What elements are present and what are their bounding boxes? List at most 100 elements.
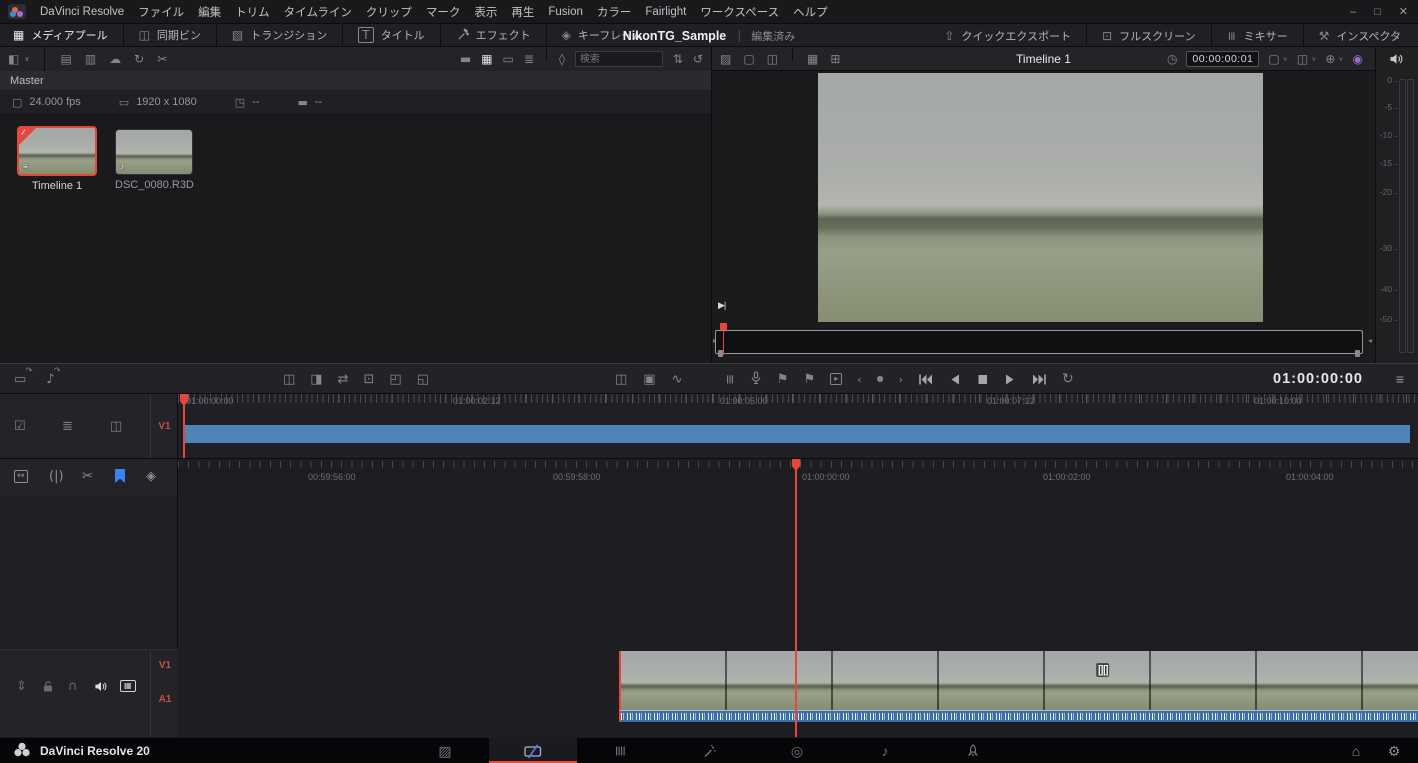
ripple-overwrite-icon[interactable]: ⇄ — [338, 373, 349, 386]
chevron-down-icon[interactable]: ∨ — [24, 56, 29, 63]
transition-button[interactable]: ▧ トランジション — [219, 24, 340, 46]
scrub-playhead[interactable] — [723, 324, 724, 355]
color-page-icon[interactable]: ◎ — [787, 738, 807, 763]
multicam-icon[interactable]: ▦ — [807, 53, 818, 65]
overview-video-track-bar[interactable] — [184, 425, 1410, 443]
refresh-icon[interactable]: ↺ — [693, 53, 703, 65]
place-on-top-icon[interactable]: ◰ — [389, 373, 401, 386]
play-button[interactable] — [1004, 373, 1017, 386]
append-clip-icon[interactable]: ▭ — [14, 373, 26, 386]
sync-bin-button[interactable]: ◫ 同期ビン — [126, 24, 214, 46]
menu-help[interactable]: ヘルプ — [793, 4, 828, 20]
video-track-label[interactable]: V1 — [151, 660, 179, 671]
clip-options-icon[interactable]: ◫ — [110, 420, 122, 433]
menu-timeline[interactable]: タイムライン — [284, 4, 352, 20]
safe-area-icon[interactable]: ▢ — [743, 53, 754, 65]
tools-sliders-icon[interactable]: ≡ — [723, 374, 736, 385]
search-input[interactable] — [575, 51, 663, 67]
import-media-icon[interactable]: ▤ — [60, 53, 71, 65]
track-options-icon[interactable]: ≣ — [62, 420, 73, 433]
inspector-button[interactable]: ⚒ インスペクタ — [1306, 24, 1414, 48]
menu-fairlight[interactable]: Fairlight — [645, 6, 686, 18]
clip-timeline-1[interactable]: ✓ ≡ Timeline 1 — [17, 126, 97, 192]
first-frame-button[interactable] — [918, 373, 933, 386]
fullscreen-button[interactable]: ⊡ フルスクリーン — [1089, 24, 1209, 48]
menu-color[interactable]: カラー — [597, 4, 632, 20]
filmstrip-thumbnails-icon[interactable]: ▦ — [120, 680, 136, 692]
smart-insert-icon[interactable]: ◫ — [283, 373, 295, 386]
title-button[interactable]: T タイトル — [345, 24, 437, 46]
duration-timecode[interactable]: 00:00:00:01 — [1186, 51, 1259, 67]
maximize-button[interactable]: □ — [1374, 6, 1381, 18]
timeline-list-icon[interactable]: ☑ — [14, 420, 26, 433]
append-audio-icon[interactable]: ♪ — [46, 373, 54, 386]
panel-resize-handle-right[interactable]: ◂ — [1368, 336, 1372, 345]
stop-button[interactable] — [976, 373, 989, 386]
menu-fusion[interactable]: Fusion — [548, 6, 583, 18]
zoom-dropdown[interactable]: ⊕ ∨ — [1325, 53, 1343, 65]
viewer-video-frame[interactable] — [818, 73, 1263, 322]
menu-edit[interactable]: 編集 — [198, 4, 221, 20]
scrub-in-handle[interactable] — [718, 350, 723, 357]
timeline-clip-video[interactable] — [619, 651, 1418, 710]
mixer-button[interactable]: ≡ ミキサー — [1214, 24, 1301, 48]
add-flag-icon[interactable]: ◈ — [146, 470, 156, 483]
jump-to-marker-icon[interactable]: ▶| — [718, 300, 725, 311]
menu-playback[interactable]: 再生 — [511, 4, 534, 20]
filmstrip-view-icon[interactable]: ▭ — [503, 53, 514, 65]
mute-speaker-icon[interactable] — [94, 680, 108, 696]
scopes-dropdown[interactable]: ◫ ∨ — [1297, 53, 1316, 65]
cut-page-icon[interactable] — [523, 738, 543, 763]
step-back-button[interactable] — [948, 373, 961, 386]
crop-dropdown[interactable]: ▢ ∨ — [1268, 53, 1287, 65]
menu-mark[interactable]: マーク — [426, 4, 461, 20]
fairlight-page-icon[interactable]: ♪ — [875, 738, 895, 763]
add-poi-plus-icon[interactable]: ⚑ — [804, 373, 816, 386]
timeline-clip[interactable] — [619, 651, 1418, 722]
fusion-page-icon[interactable] — [699, 738, 719, 763]
scope-icon[interactable]: ∿ — [672, 373, 683, 386]
last-frame-button[interactable] — [1032, 373, 1047, 386]
dual-view-icon[interactable]: ◫ — [767, 53, 778, 65]
lock-track-icon[interactable] — [42, 680, 54, 696]
bin-list-icon[interactable]: ◧ — [8, 53, 19, 65]
color-viewer-icon[interactable]: ◉ — [1353, 53, 1363, 65]
record-icon[interactable]: ● — [877, 375, 884, 383]
loop-icon[interactable]: ↻ — [1062, 372, 1074, 386]
effects-button[interactable]: エフェクト — [443, 24, 544, 46]
app-logo-icon[interactable] — [8, 4, 26, 19]
bin-name[interactable]: Master — [10, 75, 44, 87]
unlink-icon[interactable]: ✂ — [157, 53, 167, 65]
media-pool-button[interactable]: ▦ メディアプール — [0, 24, 121, 46]
jog-left-icon[interactable]: ‹ — [857, 374, 861, 385]
settings-gear-icon[interactable]: ⚙ — [1384, 738, 1404, 763]
menu-clip[interactable]: クリップ — [366, 4, 412, 20]
thumbnail-view-icon[interactable]: ▦ — [481, 53, 492, 65]
list-view-icon[interactable]: ≣ — [524, 53, 534, 65]
solo-headphones-icon[interactable]: ∩ — [68, 680, 78, 693]
jog-right-icon[interactable]: › — [899, 374, 903, 385]
capture-icon[interactable]: ▣ — [643, 373, 655, 386]
scrub-out-handle[interactable] — [1355, 350, 1360, 357]
track-height-icon[interactable]: ⇕ — [16, 680, 27, 693]
relink-icon[interactable]: ↻ — [134, 53, 144, 65]
import-folder-icon[interactable]: ▥ — [85, 53, 96, 65]
razor-tool-icon[interactable]: ✂ — [82, 470, 93, 483]
dual-screen-icon[interactable]: ◫ — [615, 373, 627, 386]
play-clip-icon[interactable]: ▸ — [830, 373, 842, 385]
strip-view-icon[interactable]: ▬ — [460, 53, 471, 65]
minimize-button[interactable]: – — [1350, 6, 1356, 18]
slip-tool-icon[interactable]: (|) — [49, 470, 64, 483]
timeline-playhead[interactable] — [795, 459, 797, 737]
speaker-icon[interactable] — [1389, 52, 1404, 69]
add-marker-icon[interactable] — [115, 469, 125, 483]
append-to-end-icon[interactable]: ◨ — [310, 373, 322, 386]
timeline-options-menu-icon[interactable]: ≡ — [1396, 364, 1404, 394]
edit-page-icon[interactable]: ≣ — [608, 741, 634, 761]
media-page-icon[interactable]: ▨ — [435, 738, 455, 763]
audio-track-label[interactable]: A1 — [151, 694, 179, 705]
viewer-scrub-bar[interactable] — [715, 330, 1363, 354]
overview-track-label[interactable]: V1 — [158, 421, 170, 432]
deliver-page-icon[interactable] — [963, 738, 983, 763]
pan-icon[interactable]: ⊞ — [830, 53, 840, 65]
